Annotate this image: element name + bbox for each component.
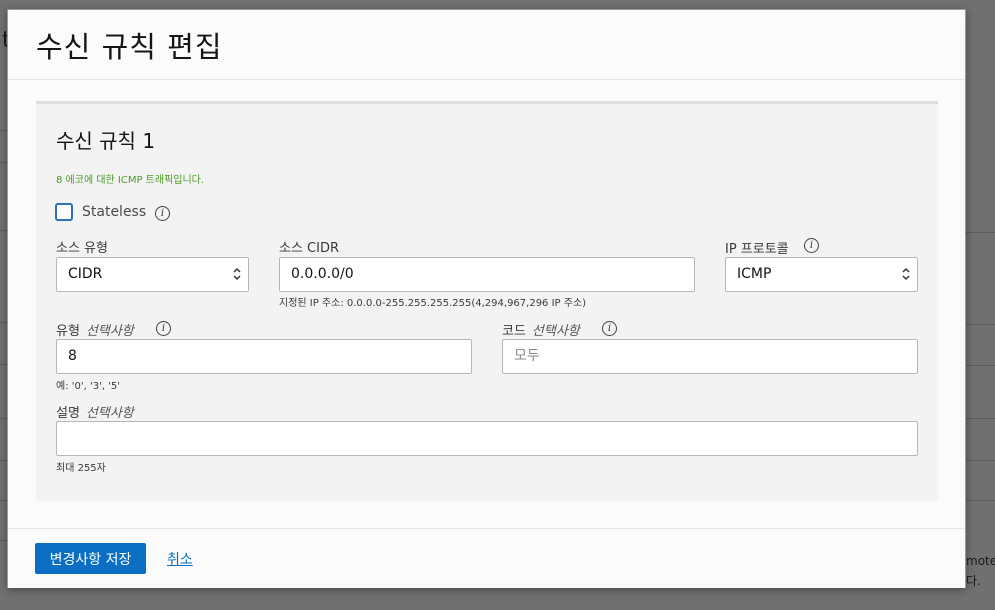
type-label-text: 유형 [56,324,80,339]
info-icon[interactable]: i [602,321,617,336]
type-value: 8 [68,348,77,364]
cancel-link[interactable]: 취소 [167,549,193,569]
code-optional: 선택사항 [531,324,580,339]
type-help: 예: '0', '3', '5' [56,381,121,392]
source-type-select[interactable]: CIDR [56,257,249,292]
code-placeholder: 모두 [514,348,540,364]
source-cidr-input[interactable]: 0.0.0.0/0 [279,257,695,292]
code-label: 코드 선택사항 [502,320,580,339]
background-divider [966,324,995,325]
code-input[interactable]: 모두 [502,339,918,374]
chevron-updown-icon [902,267,910,281]
ingress-rule-panel: 수신 규칙 1 8 에코에 대한 ICMP 트래픽입니다. Stateless … [36,101,938,501]
background-divider [966,365,995,366]
source-cidr-value: 0.0.0.0/0 [291,266,354,282]
stateless-checkbox[interactable] [55,203,73,221]
info-icon[interactable]: i [155,206,170,221]
dialog-footer: 변경사항 저장 취소 [8,528,965,588]
ip-protocol-select[interactable]: ICMP [725,257,918,292]
code-label-text: 코드 [502,324,526,339]
description-help: 최대 255자 [56,463,106,474]
ip-protocol-label: IP 프로토콜 [725,242,789,257]
description-input[interactable] [56,421,918,456]
ip-protocol-value: ICMP [737,266,772,282]
source-cidr-label: 소스 CIDR [279,241,340,256]
background-divider [966,500,995,501]
description-label: 설명 선택사항 [56,402,134,421]
type-optional: 선택사항 [85,324,134,339]
background-divider [966,232,995,233]
rule-title: 수신 규칙 1 [56,129,156,153]
dialog-title: 수신 규칙 편집 [36,30,223,64]
background-divider [966,460,995,461]
source-type-value: CIDR [68,266,103,282]
edit-ingress-rule-dialog: 수신 규칙 편집 수신 규칙 1 8 에코에 대한 ICMP 트래픽입니다. S… [7,9,966,588]
save-changes-button[interactable]: 변경사항 저장 [35,543,146,574]
type-label: 유형 선택사항 [56,320,134,339]
type-input[interactable]: 8 [56,339,472,374]
source-cidr-help: 지정된 IP 주소: 0.0.0.0-255.255.255.255(4,294… [279,298,587,309]
info-icon[interactable]: i [156,321,171,336]
background-text-fragment: 다. [966,574,981,588]
rule-hint: 8 에코에 대한 ICMP 트래픽입니다. [56,175,205,186]
stateless-label: Stateless [82,204,147,220]
info-icon[interactable]: i [804,238,819,253]
background-divider [966,418,995,419]
description-label-text: 설명 [56,406,80,421]
dialog-header: 수신 규칙 편집 [8,10,965,80]
source-type-label: 소스 유형 [56,241,108,256]
description-optional: 선택사항 [85,406,134,421]
chevron-updown-icon [233,267,241,281]
background-text-fragment: mote [966,554,995,568]
